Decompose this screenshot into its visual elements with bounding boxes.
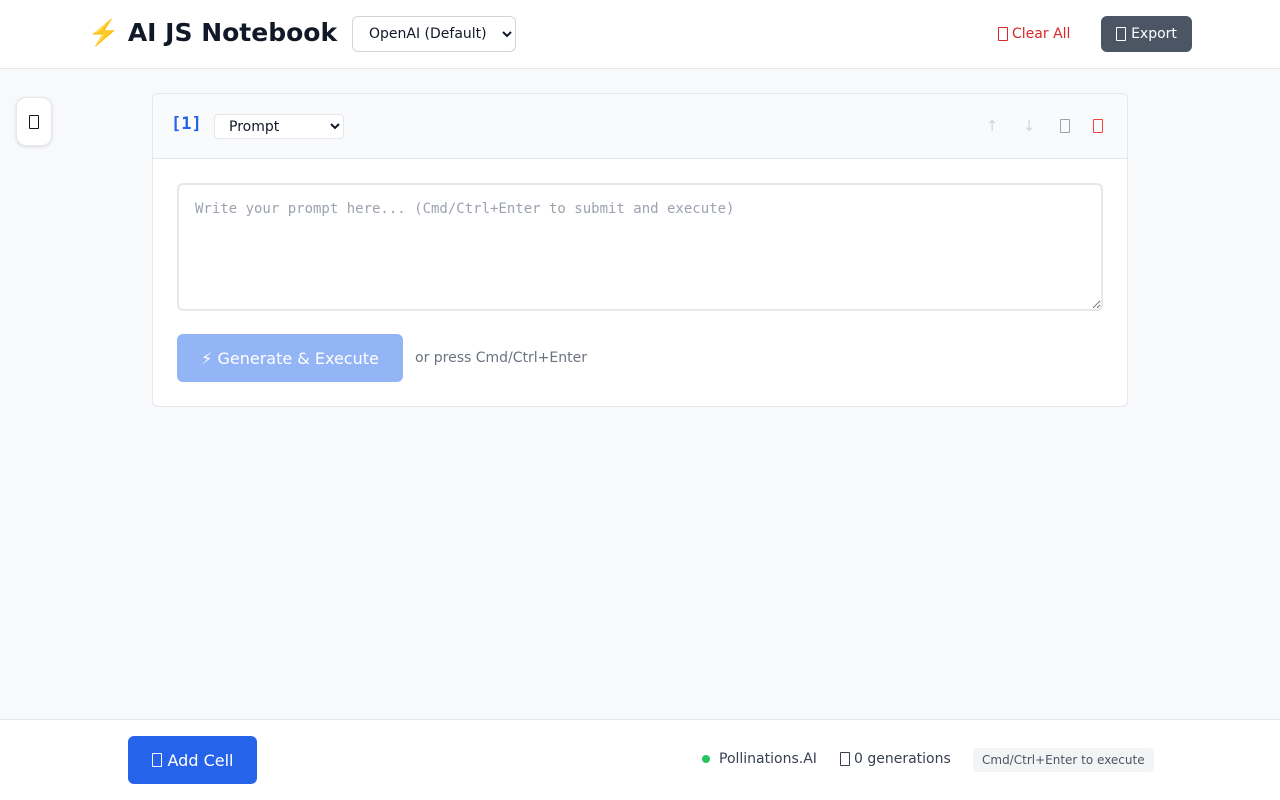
cell-type-select[interactable]: Prompt bbox=[214, 114, 344, 139]
delete-cell-icon[interactable] bbox=[1086, 114, 1110, 138]
move-up-icon[interactable]: ↑ bbox=[980, 114, 1004, 138]
plus-icon bbox=[151, 753, 162, 767]
sidebar-toggle-button[interactable] bbox=[16, 97, 52, 146]
copy-icon bbox=[1060, 119, 1070, 133]
export-label: Export bbox=[1131, 26, 1177, 42]
app-footer: Add Cell Pollinations.AI 0 generations C… bbox=[0, 719, 1280, 800]
generation-count-label: 0 generations bbox=[854, 751, 951, 767]
cell-index: [1] bbox=[171, 114, 202, 134]
status-dot-icon bbox=[702, 755, 710, 763]
app-header: ⚡️ AI JS Notebook OpenAI (Default) Clear… bbox=[0, 0, 1280, 69]
generation-count: 0 generations bbox=[840, 751, 951, 767]
export-button[interactable]: Export bbox=[1101, 16, 1192, 52]
notebook-cell: [1] Prompt ↑ ↓ ⚡ Generate & Execute or p… bbox=[152, 93, 1128, 407]
cell-header: [1] Prompt ↑ ↓ bbox=[153, 94, 1127, 159]
clear-all-button[interactable]: Clear All bbox=[986, 16, 1082, 52]
generate-shortcut-hint: or press Cmd/Ctrl+Enter bbox=[415, 350, 587, 366]
trash-icon bbox=[998, 27, 1008, 41]
sidebar-icon bbox=[29, 114, 39, 129]
move-down-icon[interactable]: ↓ bbox=[1017, 114, 1041, 138]
export-icon bbox=[1116, 27, 1127, 41]
duplicate-cell-icon[interactable] bbox=[1053, 114, 1077, 138]
trash-icon bbox=[1093, 119, 1103, 133]
generate-execute-button[interactable]: ⚡ Generate & Execute bbox=[177, 334, 403, 382]
provider-status-label: Pollinations.AI bbox=[719, 751, 817, 767]
prompt-input[interactable] bbox=[177, 183, 1103, 311]
add-cell-button[interactable]: Add Cell bbox=[128, 736, 257, 784]
shortcut-hint: Cmd/Ctrl+Enter to execute bbox=[973, 748, 1154, 772]
clear-all-label: Clear All bbox=[1012, 26, 1071, 42]
provider-status: Pollinations.AI bbox=[702, 751, 817, 767]
provider-select[interactable]: OpenAI (Default) bbox=[352, 16, 516, 52]
app-title: ⚡️ AI JS Notebook bbox=[88, 18, 338, 47]
add-cell-label: Add Cell bbox=[167, 750, 234, 770]
chart-icon bbox=[840, 752, 850, 766]
